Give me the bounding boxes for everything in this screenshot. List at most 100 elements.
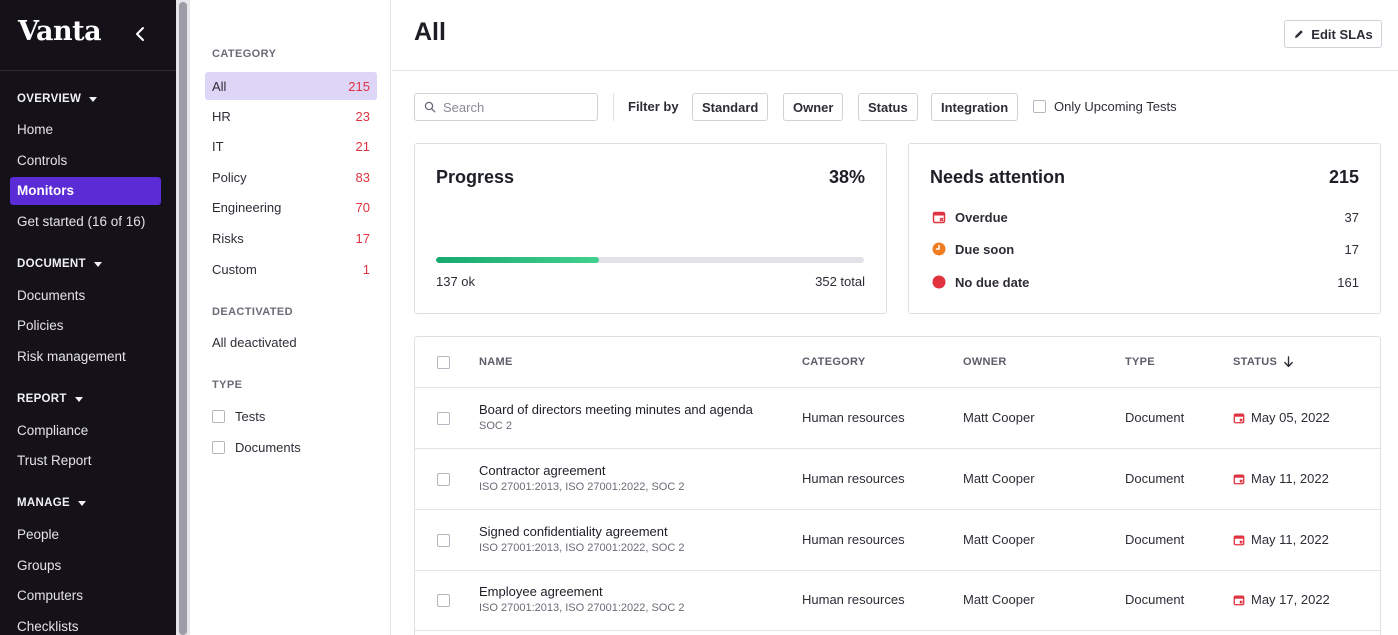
category-item-all[interactable]: All 215: [205, 72, 377, 100]
attention-row-overdue[interactable]: Overdue 37: [931, 209, 1359, 225]
filter-standard-button[interactable]: Standard: [692, 93, 769, 121]
category-item-engineering[interactable]: Engineering 70: [205, 193, 377, 221]
type-heading: TYPE: [212, 379, 243, 391]
nav-item-policies[interactable]: Policies: [17, 318, 64, 333]
needs-attention-total: 215: [1328, 167, 1359, 187]
edit-slas-button[interactable]: Edit SLAs: [1284, 20, 1382, 48]
row-name[interactable]: Signed confidentiality agreement: [479, 524, 668, 539]
nav-item-get-started[interactable]: Get started (16 of 16): [17, 214, 145, 229]
column-header-name[interactable]: NAME: [479, 356, 513, 368]
table-row[interactable]: Signed confidentiality agreement ISO 270…: [415, 510, 1380, 571]
progress-ok-count: 137 ok: [436, 274, 476, 289]
needs-attention-card: Needs attention 215 Overdue 37 Due soon …: [908, 143, 1381, 314]
row-type: Document: [1125, 592, 1185, 607]
table-row[interactable]: Board of directors meeting minutes and a…: [415, 388, 1380, 449]
nav-item-documents[interactable]: Documents: [17, 288, 85, 303]
row-owner: Matt Cooper: [963, 471, 1035, 486]
nav-section-manage[interactable]: MANAGE: [17, 497, 86, 509]
tests-checkbox[interactable]: [212, 410, 225, 423]
row-status-date: May 11, 2022: [1251, 532, 1329, 547]
category-label: IT: [212, 138, 224, 154]
row-checkbox[interactable]: [437, 594, 450, 607]
column-header-type[interactable]: TYPE: [1125, 356, 1155, 368]
nav-section-overview[interactable]: OVERVIEW: [17, 93, 98, 105]
row-standards: ISO 27001:2013, ISO 27001:2022, SOC 2: [479, 542, 685, 554]
sort-descending-icon[interactable]: [1283, 356, 1294, 368]
type-filter-tests[interactable]: Tests: [212, 409, 265, 424]
nav-section-label: MANAGE: [17, 497, 70, 509]
attention-label: No due date: [955, 274, 1030, 290]
search-box[interactable]: [414, 93, 598, 121]
table-row[interactable]: Employee agreement ISO 27001:2013, ISO 2…: [415, 570, 1380, 631]
progress-total-count: 352 total: [815, 274, 865, 289]
caret-down-icon: [93, 261, 102, 267]
filter-separator: [613, 93, 614, 121]
category-heading: CATEGORY: [212, 48, 277, 60]
nav-section-report[interactable]: REPORT: [17, 393, 83, 405]
category-item-it[interactable]: IT 21: [205, 132, 377, 160]
status-header-label: STATUS: [1233, 356, 1278, 368]
category-label: HR: [212, 108, 231, 124]
nav-item-computers[interactable]: Computers: [17, 588, 83, 603]
category-count: 215: [348, 78, 370, 94]
row-type: Document: [1125, 471, 1185, 486]
nav-item-groups[interactable]: Groups: [17, 558, 61, 573]
row-checkbox[interactable]: [437, 473, 450, 486]
row-name[interactable]: Board of directors meeting minutes and a…: [479, 402, 753, 417]
search-input[interactable]: [443, 99, 593, 115]
progress-card: Progress 38% 137 ok 352 total: [414, 143, 887, 314]
nav-item-compliance[interactable]: Compliance: [17, 423, 88, 438]
overdue-calendar-icon: [1233, 595, 1245, 605]
row-status-date: May 17, 2022: [1251, 592, 1330, 607]
category-item-risks[interactable]: Risks 17: [205, 224, 377, 252]
all-deactivated-link[interactable]: All deactivated: [212, 335, 297, 350]
nav-item-people[interactable]: People: [17, 527, 59, 542]
row-checkbox[interactable]: [437, 534, 450, 547]
nav-item-trust-report[interactable]: Trust Report: [17, 453, 92, 468]
pencil-icon: [1295, 30, 1304, 38]
filter-integration-button[interactable]: Integration: [931, 93, 1019, 121]
progress-bar-fill: [436, 257, 599, 263]
column-header-status[interactable]: STATUS: [1233, 356, 1294, 368]
column-header-category[interactable]: CATEGORY: [802, 356, 866, 368]
row-standards: ISO 27001:2013, ISO 27001:2022, SOC 2: [479, 602, 685, 614]
column-header-owner[interactable]: OWNER: [963, 356, 1007, 368]
vanta-logo[interactable]: Vanta: [18, 16, 102, 47]
attention-row-no-due-date[interactable]: No due date 161: [931, 274, 1359, 290]
collapse-sidebar-icon[interactable]: [130, 22, 150, 46]
attention-count: 17: [1344, 241, 1359, 257]
nav-section-label: REPORT: [17, 393, 67, 405]
attention-row-due-soon[interactable]: Due soon 17: [931, 241, 1359, 257]
caret-down-icon: [77, 500, 86, 506]
category-label: Engineering: [212, 199, 282, 215]
row-owner: Matt Cooper: [963, 532, 1035, 547]
row-checkbox[interactable]: [437, 412, 450, 425]
documents-checkbox[interactable]: [212, 441, 225, 454]
select-all-checkbox[interactable]: [437, 356, 450, 369]
category-count: 23: [355, 108, 370, 124]
nav-item-home[interactable]: Home: [17, 122, 53, 137]
row-type: Document: [1125, 532, 1185, 547]
caret-down-icon: [89, 96, 98, 102]
nav-divider: [0, 70, 176, 71]
category-item-hr[interactable]: HR 23: [205, 102, 377, 130]
row-name[interactable]: Contractor agreement: [479, 463, 605, 478]
row-name[interactable]: Employee agreement: [479, 584, 603, 599]
nav-item-checklists[interactable]: Checklists: [17, 619, 79, 634]
only-upcoming-checkbox[interactable]: [1033, 100, 1046, 113]
category-item-custom[interactable]: Custom 1: [205, 255, 377, 283]
category-count: 17: [355, 230, 370, 246]
type-label: Documents: [235, 440, 301, 455]
category-item-policy[interactable]: Policy 83: [205, 163, 377, 191]
filter-status-button[interactable]: Status: [858, 93, 918, 121]
nav-section-document[interactable]: DOCUMENT: [17, 258, 102, 270]
only-upcoming-toggle[interactable]: Only Upcoming Tests: [1033, 99, 1177, 114]
sidebar-scrollbar-thumb[interactable]: [179, 2, 187, 635]
type-filter-documents[interactable]: Documents: [212, 440, 301, 455]
nav-item-monitors[interactable]: Monitors: [10, 177, 161, 205]
nav-item-controls[interactable]: Controls: [17, 153, 67, 168]
table-row[interactable]: Contractor agreement ISO 27001:2013, ISO…: [415, 449, 1380, 510]
filter-owner-button[interactable]: Owner: [783, 93, 844, 121]
nav-item-risk-management[interactable]: Risk management: [17, 349, 126, 364]
row-type: Document: [1125, 410, 1185, 425]
